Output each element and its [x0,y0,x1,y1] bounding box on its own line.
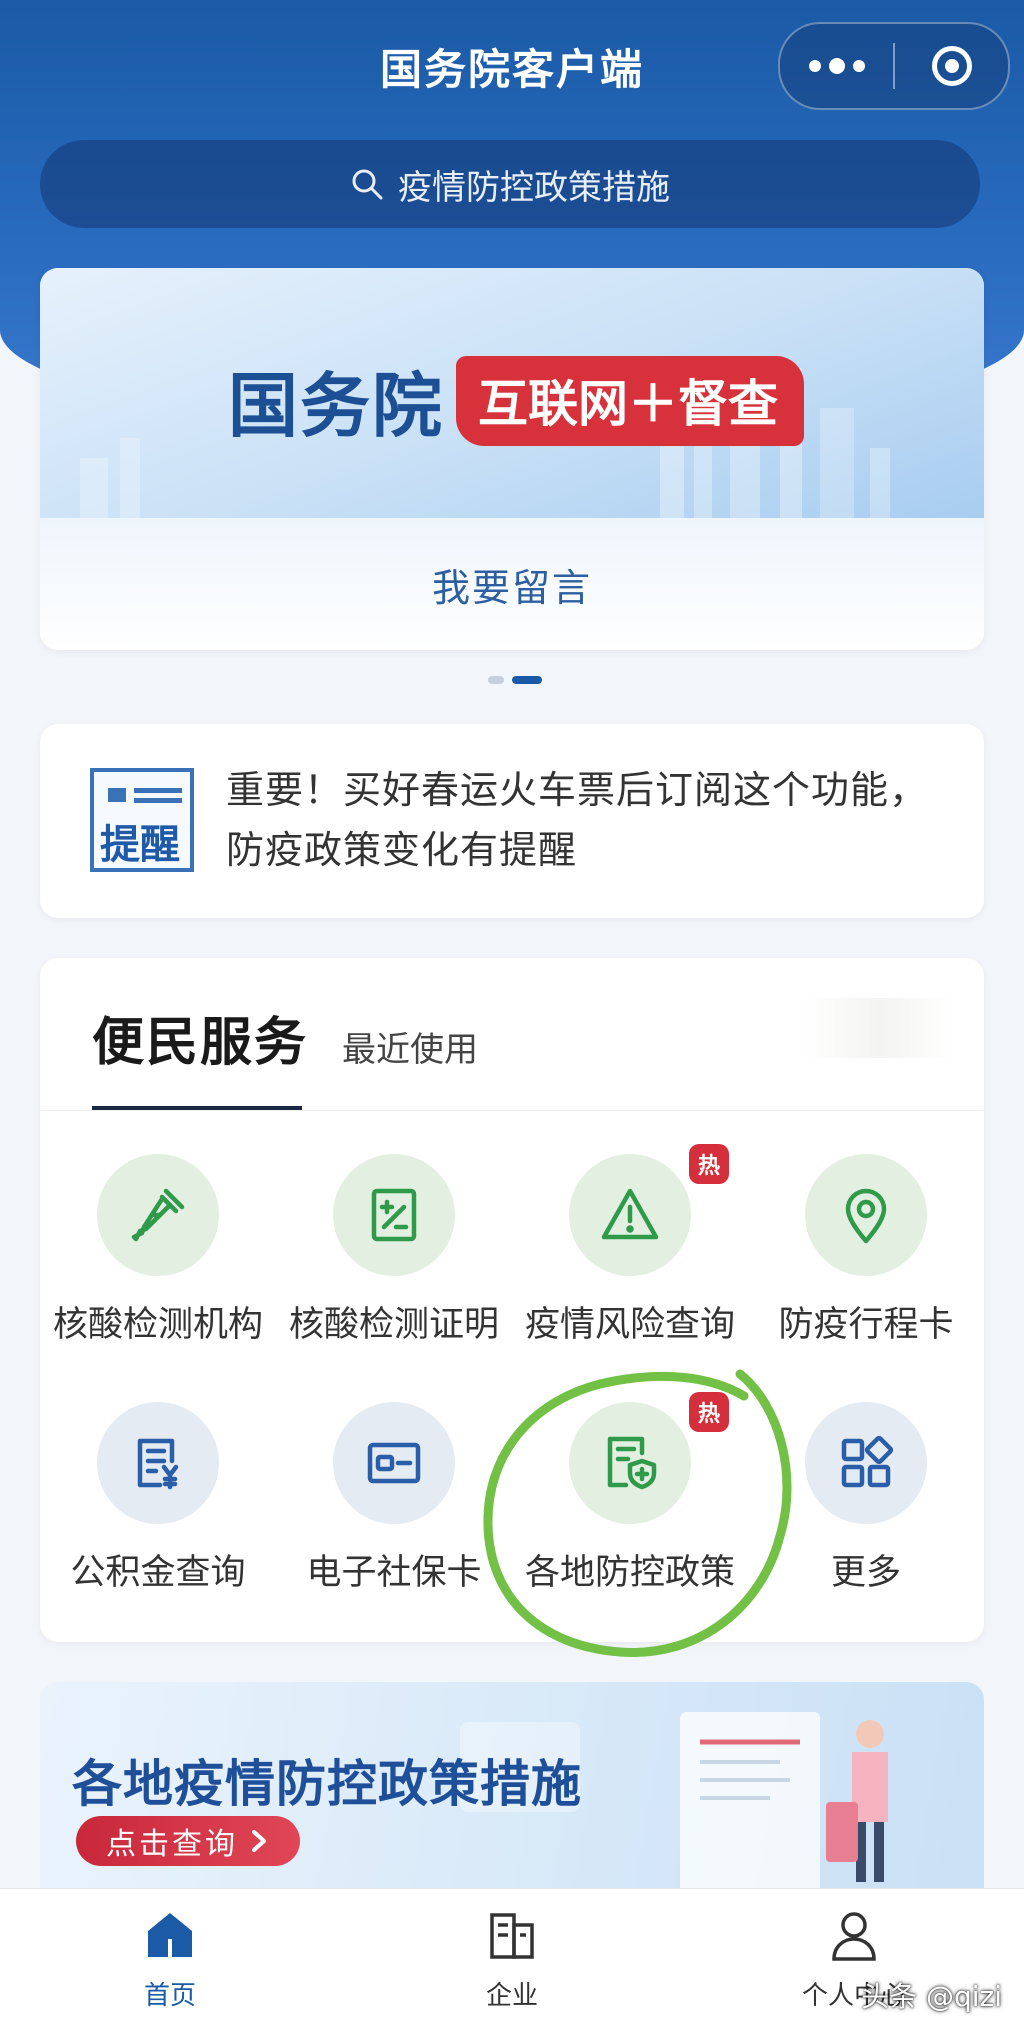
banner-title: 国务院 互联网＋督查 [228,350,804,451]
service-travel-card[interactable]: 防疫行程卡 [748,1154,984,1347]
service-local-policies[interactable]: 热 各地防控政策 [512,1392,748,1595]
service-icon-circle [333,1402,455,1524]
service-label: 核酸检测证明 [288,1305,499,1345]
leave-message-link[interactable]: 我要留言 [432,557,592,612]
chevron-right-icon [252,1830,266,1852]
bottom-tab-bar: 首页 企业 个人中心 头条 @qizi [0,1888,1024,2035]
banner-carousel[interactable]: 国务院 互联网＋督查 我要留言 [40,268,984,650]
fund-document-icon [137,1438,179,1490]
service-housing-fund[interactable]: 公积金查询 [40,1402,276,1595]
service-label: 公积金查询 [70,1553,246,1593]
service-label: 各地防控政策 [524,1553,735,1593]
service-label: 电子社保卡 [306,1553,482,1593]
notice-card[interactable]: 提醒 重要！买好春运火车票后订阅这个功能，防疫政策变化有提醒 [40,724,984,918]
id-card-icon [367,1442,421,1484]
reminder-badge-text: 提醒 [100,822,180,868]
service-label: 防疫行程卡 [778,1305,954,1345]
service-label: 更多 [830,1553,901,1593]
banner-brand: 国务院 [228,365,444,447]
service-nucleic-acid-certificate[interactable]: 核酸检测证明 [276,1154,512,1347]
tab-label: 首页 [143,1981,196,2011]
service-more[interactable]: 更多 [748,1402,984,1595]
location-pin-icon [845,1188,887,1244]
banner-tag: 互联网＋督查 [456,355,804,446]
service-icon-circle [97,1402,219,1524]
service-label: 核酸检测机构 [52,1305,263,1345]
dropper-icon [131,1188,185,1242]
hot-badge: 热 [689,1392,729,1432]
warning-icon [601,1188,659,1240]
search-placeholder: 疫情防控政策措施 [398,167,670,208]
tab-fade-overlay [804,998,954,1058]
banner-footer: 我要留言 [40,518,984,650]
search-icon [352,169,383,200]
user-icon [832,1912,876,1961]
tab-recently-used[interactable]: 最近使用 [342,1022,478,1071]
watermark: 头条 @qizi [861,1980,1002,2013]
more-menu-button[interactable] [780,24,893,108]
service-risk-query[interactable]: 热 疫情风险查询 [512,1144,748,1347]
promo-query-button[interactable]: 点击查询 [76,1816,300,1866]
tab-convenience-services[interactable]: 便民服务 [92,1000,308,1075]
hot-badge: 热 [689,1144,729,1184]
service-nucleic-acid-agency[interactable]: 核酸检测机构 [40,1154,276,1347]
service-label: 疫情风险查询 [524,1305,735,1345]
building-icon [490,1913,534,1959]
notice-text: 重要！买好春运火车票后订阅这个功能，防疫政策变化有提醒 [226,768,929,872]
pager-dot-active [512,676,542,684]
banner-image: 国务院 互联网＋督查 [40,268,984,518]
mini-program-capsule [778,22,1010,110]
service-icon-circle [805,1154,927,1276]
home-icon [148,1913,192,1957]
promo-button-label: 点击查询 [106,1827,238,1862]
more-dots-icon [808,58,865,74]
tab-home[interactable]: 首页 [70,1907,270,2012]
promo-title: 各地疫情防控政策措施 [72,1755,582,1813]
service-social-security-card[interactable]: 电子社保卡 [276,1402,512,1595]
target-icon [931,46,972,86]
shield-document-icon [607,1436,657,1490]
pager-dot [488,676,504,684]
services-panel: 便民服务 最近使用 核酸检测机构 核酸检测证明 热 疫情风险查询 防疫行程卡 公… [40,958,984,1642]
tab-enterprise[interactable]: 企业 [412,1907,612,2012]
tab-label: 企业 [485,1981,538,2011]
close-program-button[interactable] [895,24,1008,108]
service-icon-circle: 热 [569,1144,729,1276]
promo-banner[interactable]: 各地疫情防控政策措施 点击查询 [40,1682,984,1892]
service-icon-circle: 热 [569,1392,729,1524]
reminder-icon: 提醒 [90,768,194,872]
service-icon-circle [333,1154,455,1276]
search-bar[interactable]: 疫情防控政策措施 [40,140,980,228]
tab-divider [40,1110,984,1111]
service-icon-circle [805,1402,927,1524]
service-icon-circle [97,1154,219,1276]
certificate-icon [371,1188,417,1242]
grid-icon [841,1435,894,1488]
carousel-indicator [488,676,542,684]
